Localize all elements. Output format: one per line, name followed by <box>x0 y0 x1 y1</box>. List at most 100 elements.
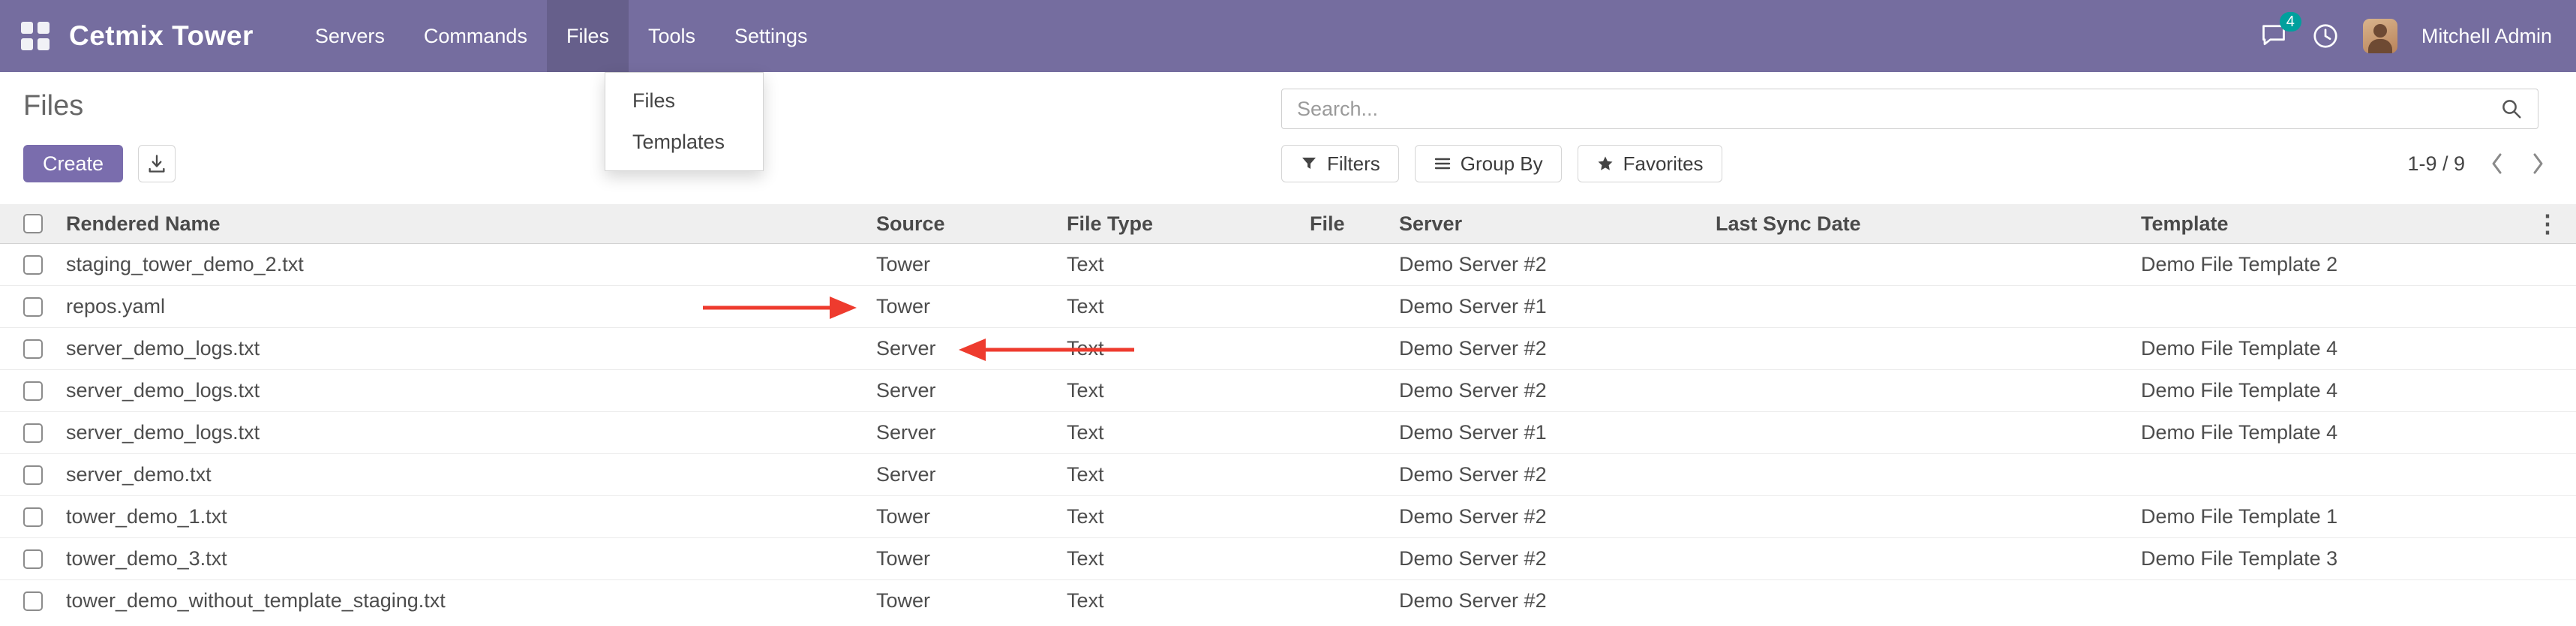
column-header-file-type[interactable]: File Type <box>1067 204 1310 244</box>
nav-item-settings[interactable]: Settings <box>715 0 827 72</box>
files-table: Rendered Name Source File Type File Serv… <box>0 204 2576 622</box>
group-by-label: Group By <box>1461 152 1543 176</box>
cell-rendered-name: tower_demo_1.txt <box>66 496 876 538</box>
nav-item-servers[interactable]: Servers <box>296 0 404 72</box>
cell-file-type: Text <box>1067 580 1310 622</box>
cell-server: Demo Server #1 <box>1399 286 1716 328</box>
table-row[interactable]: tower_demo_3.txt Tower Text Demo Server … <box>0 538 2576 580</box>
cell-template: Demo File Template 4 <box>2141 412 2531 454</box>
group-by-button[interactable]: Group By <box>1415 145 1562 182</box>
row-checkbox[interactable] <box>23 549 43 569</box>
table-row[interactable]: server_demo_logs.txt Server Text Demo Se… <box>0 370 2576 412</box>
funnel-icon <box>1300 155 1318 173</box>
main-nav: Servers Commands Files Tools Settings <box>296 0 827 72</box>
nav-item-commands[interactable]: Commands <box>404 0 547 72</box>
cell-last-sync-date <box>1716 580 2141 622</box>
cell-rendered-name: tower_demo_without_template_staging.txt <box>66 580 876 622</box>
apps-grid-icon[interactable] <box>21 22 50 50</box>
user-avatar[interactable] <box>2363 19 2397 53</box>
table-row[interactable]: server_demo_logs.txt Server Text Demo Se… <box>0 328 2576 370</box>
cell-server: Demo Server #2 <box>1399 328 1716 370</box>
cell-last-sync-date <box>1716 538 2141 580</box>
cell-file <box>1310 496 1399 538</box>
search-input[interactable] <box>1282 89 2500 128</box>
table-row[interactable]: server_demo.txt Server Text Demo Server … <box>0 454 2576 496</box>
star-icon <box>1596 155 1614 173</box>
cell-template: Demo File Template 4 <box>2141 370 2531 412</box>
bars-icon <box>1434 155 1452 173</box>
pager: 1-9 / 9 <box>2407 145 2549 182</box>
search-box <box>1281 89 2538 129</box>
row-checkbox[interactable] <box>23 255 43 275</box>
cell-last-sync-date <box>1716 454 2141 496</box>
column-header-rendered-name[interactable]: Rendered Name <box>66 204 876 244</box>
cell-source: Tower <box>876 580 1067 622</box>
row-checkbox[interactable] <box>23 423 43 443</box>
cell-file-type: Text <box>1067 370 1310 412</box>
app-title[interactable]: Cetmix Tower <box>69 20 254 52</box>
cell-server: Demo Server #2 <box>1399 244 1716 286</box>
row-checkbox[interactable] <box>23 339 43 359</box>
select-all-checkbox[interactable] <box>23 214 43 233</box>
cell-template <box>2141 286 2531 328</box>
cell-rendered-name: server_demo_logs.txt <box>66 412 876 454</box>
cell-last-sync-date <box>1716 244 2141 286</box>
cell-server: Demo Server #2 <box>1399 370 1716 412</box>
cell-source: Tower <box>876 496 1067 538</box>
cell-rendered-name: server_demo_logs.txt <box>66 370 876 412</box>
favorites-button[interactable]: Favorites <box>1578 145 1722 182</box>
files-dropdown-menu: Files Templates <box>605 72 764 171</box>
column-header-source[interactable]: Source <box>876 204 1067 244</box>
dropdown-item-files[interactable]: Files <box>605 80 763 122</box>
search-options: Filters Group By Favorites <box>1281 145 1722 182</box>
create-button[interactable]: Create <box>23 145 123 182</box>
nav-item-files[interactable]: Files <box>547 0 629 72</box>
table-row[interactable]: tower_demo_without_template_staging.txt … <box>0 580 2576 622</box>
cell-file-type: Text <box>1067 496 1310 538</box>
search-icon[interactable] <box>2500 98 2523 120</box>
cell-file-type: Text <box>1067 328 1310 370</box>
download-tray-icon <box>146 153 167 174</box>
column-header-file[interactable]: File <box>1310 204 1399 244</box>
cell-rendered-name: staging_tower_demo_2.txt <box>66 244 876 286</box>
table-row[interactable]: staging_tower_demo_2.txt Tower Text Demo… <box>0 244 2576 286</box>
cell-file <box>1310 370 1399 412</box>
table-row[interactable]: server_demo_logs.txt Server Text Demo Se… <box>0 412 2576 454</box>
messages-button[interactable]: 4 <box>2259 21 2288 52</box>
cell-file <box>1310 454 1399 496</box>
column-header-template[interactable]: Template <box>2141 204 2531 244</box>
activities-clock-icon[interactable] <box>2312 23 2339 50</box>
cell-rendered-name: tower_demo_3.txt <box>66 538 876 580</box>
cell-server: Demo Server #1 <box>1399 412 1716 454</box>
pager-next-button[interactable] <box>2528 148 2549 179</box>
table-row[interactable]: tower_demo_1.txt Tower Text Demo Server … <box>0 496 2576 538</box>
cell-server: Demo Server #2 <box>1399 496 1716 538</box>
page-title: Files <box>23 90 83 122</box>
cell-template: Demo File Template 1 <box>2141 496 2531 538</box>
left-actions: Create <box>23 145 176 182</box>
column-header-server[interactable]: Server <box>1399 204 1716 244</box>
user-name[interactable]: Mitchell Admin <box>2421 25 2552 48</box>
upload-files-button[interactable] <box>138 145 176 182</box>
nav-item-tools[interactable]: Tools <box>629 0 715 72</box>
row-checkbox[interactable] <box>23 591 43 611</box>
cell-server: Demo Server #2 <box>1399 580 1716 622</box>
dropdown-item-templates[interactable]: Templates <box>605 122 763 163</box>
cell-file <box>1310 286 1399 328</box>
filters-button[interactable]: Filters <box>1281 145 1399 182</box>
optional-columns-toggle-icon[interactable]: ⋮ <box>2531 204 2564 243</box>
cell-file <box>1310 412 1399 454</box>
row-checkbox[interactable] <box>23 297 43 317</box>
cell-file <box>1310 538 1399 580</box>
cell-last-sync-date <box>1716 328 2141 370</box>
row-checkbox[interactable] <box>23 507 43 527</box>
cell-source: Server <box>876 454 1067 496</box>
row-checkbox[interactable] <box>23 465 43 485</box>
messages-count-badge: 4 <box>2280 12 2301 32</box>
pager-previous-button[interactable] <box>2486 148 2507 179</box>
column-header-last-sync-date[interactable]: Last Sync Date <box>1716 204 2141 244</box>
cell-source: Server <box>876 328 1067 370</box>
cell-rendered-name: repos.yaml <box>66 286 876 328</box>
table-row[interactable]: repos.yaml Tower Text Demo Server #1 <box>0 286 2576 328</box>
row-checkbox[interactable] <box>23 381 43 401</box>
